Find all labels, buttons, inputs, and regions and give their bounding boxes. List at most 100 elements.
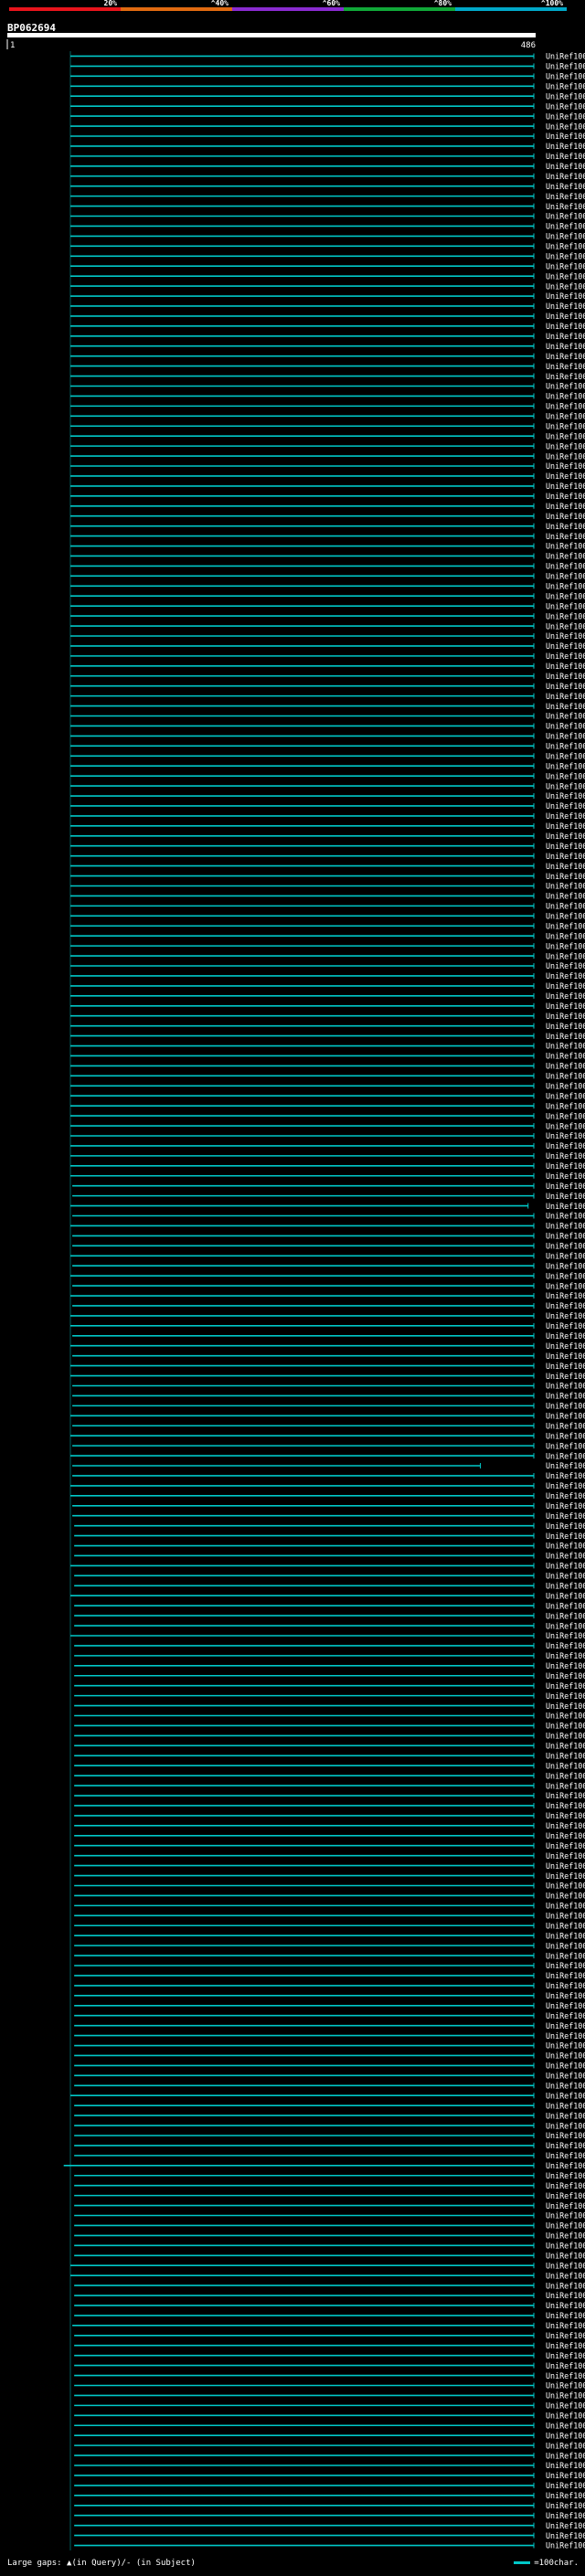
- scale-swatch: [514, 2561, 531, 2564]
- hit-label: UniRef100_Q39693: [546, 961, 585, 970]
- hit-label: UniRef100_A5YXW8: [546, 1402, 585, 1411]
- hit-label: UniRef100_Q2V9R5: [546, 832, 585, 841]
- hit-label: UniRef100_Q697U1: [546, 2391, 585, 2401]
- hit-label: UniRef100_Q9SPA2: [546, 482, 585, 491]
- hit-label: UniRef100_A7X1X2: [546, 2201, 585, 2210]
- hit-label: UniRef100_A7X0A4: [546, 1902, 585, 1911]
- hit-label: UniRef100_P43643: [546, 461, 585, 471]
- hit-label: UniRef100_Q06D19: [546, 1951, 585, 1960]
- hit-label: UniRef100_Q3LUR2: [546, 81, 585, 90]
- hit-label: UniRef100_Q697S8: [546, 2421, 585, 2430]
- hit-label: UniRef100_Q2VK22: [546, 332, 585, 341]
- hit-label: UniRef100_Q2PPW0: [546, 1232, 585, 1241]
- hit-label: UniRef100_Q3LUL9: [546, 172, 585, 181]
- hit-label: UniRef100_Q697T6: [546, 2401, 585, 2411]
- hit-label: UniRef100_A9SAU6: [546, 1311, 585, 1320]
- hit-label: UniRef100_B0V854: [546, 222, 585, 231]
- hit-label: UniRef100_Q5ME79: [546, 761, 585, 770]
- hit-label: UniRef100_Q9ZRP9: [546, 892, 585, 901]
- hit-label: UniRef100_B6UMJ4: [546, 522, 585, 531]
- hit-label: UniRef100_A9PH97: [546, 281, 585, 291]
- hit-label: UniRef100_Q38JJ0: [546, 971, 585, 981]
- gaps-legend: Large gaps: ▲(in Query)/- (in Subject): [7, 2559, 196, 2568]
- hit-label: UniRef100_Q5UH12: [546, 1511, 585, 1521]
- hit-label: UniRef100_Q8H9A9: [546, 1032, 585, 1041]
- hit-label: UniRef100_Q38C30: [546, 2261, 585, 2270]
- scale-label: ^60%: [323, 0, 340, 7]
- hit-label: UniRef100_Q8HDF6: [546, 2331, 585, 2340]
- hit-label: UniRef100_A9SAA0: [546, 1321, 585, 1330]
- hit-label: UniRef100_Q8W5Q9: [546, 931, 585, 940]
- hit-label: UniRef100_Q06D18: [546, 1961, 585, 1970]
- hit-label: UniRef100_A9RQ21: [546, 1331, 585, 1341]
- hit-label: UniRef100_B5TR07: [546, 2471, 585, 2480]
- hit-label: UniRef100_A4L7B1: [546, 1661, 585, 1670]
- hit-label: UniRef100_B3VK39: [546, 2481, 585, 2490]
- hit-label: UniRef100_B9MFR3: [546, 132, 585, 141]
- hit-label: UniRef100_Q8W4W2: [546, 1261, 585, 1270]
- hit-label: UniRef100_Q06D25: [546, 2111, 585, 2120]
- hit-label: UniRef100_A7XF24: [546, 2242, 585, 2251]
- hit-label: UniRef100_A8BU59: [546, 1781, 585, 1790]
- hit-label: UniRef100_A7X0L5: [546, 1882, 585, 1891]
- hit-label: UniRef100_B0L177: [546, 1761, 585, 1770]
- hit-label: UniRef100_Q8GTY0: [546, 1131, 585, 1140]
- hit-label: UniRef100_A7X0Y0: [546, 2011, 585, 2020]
- hit-label: UniRef100_Q697T8: [546, 2131, 585, 2140]
- hit-label: UniRef100_A7X074: [546, 1821, 585, 1830]
- hit-label: UniRef100_Q69714: [546, 1712, 585, 1721]
- hit-label: UniRef100_A7XL16: [546, 2521, 585, 2530]
- hit-label: UniRef100_B9X260: [546, 101, 585, 111]
- scale-segment: [455, 7, 567, 11]
- hit-label: UniRef100_A7X0E9: [546, 2221, 585, 2231]
- hit-label: UniRef100_Q81921: [546, 342, 585, 351]
- hit-label: UniRef100_Q02420: [546, 1581, 585, 1590]
- hit-label: UniRef100_Q9SPH1: [546, 302, 585, 311]
- hit-label: UniRef100_Q84N18: [546, 781, 585, 790]
- hit-label: UniRef100_Q3LUM4: [546, 162, 585, 171]
- scale-segment: [121, 7, 232, 11]
- hit-label: UniRef100_Q8SHT2: [546, 502, 585, 511]
- hit-label: UniRef100_C0SQK3: [546, 91, 585, 101]
- hit-label: UniRef100_Q697T5: [546, 2412, 585, 2421]
- hit-label: UniRef100_B9SPV9: [546, 52, 585, 61]
- hit-label: UniRef100_C7EWE7: [546, 2461, 585, 2470]
- hit-label: UniRef100_Q2PYY2: [546, 1052, 585, 1061]
- hit-label: UniRef100_Q9XEW9: [546, 352, 585, 361]
- hit-label: UniRef100_A7X0Q7: [546, 2081, 585, 2090]
- hit-label: UniRef100_B6SR07: [546, 382, 585, 391]
- hit-label: UniRef100_P25690: [546, 1192, 585, 1201]
- hit-label: UniRef100_A7X138: [546, 1732, 585, 1741]
- alignment-plot: UniRef100_B9SPV9UniRef100_B9SPV1UniRef10…: [63, 51, 585, 2550]
- hit-label: UniRef100_A7X0Q4: [546, 1861, 585, 1871]
- hit-label: UniRef100_Q3LUM0: [546, 421, 585, 430]
- hit-label: UniRef100_A7X128: [546, 1651, 585, 1660]
- scale-label: ^40%: [211, 0, 229, 7]
- hit-label: UniRef100_Q8VZE8: [546, 951, 585, 960]
- hit-label: UniRef100_C0PTP0: [546, 1062, 585, 1071]
- hit-label: UniRef100_Q8H9B0: [546, 1382, 585, 1391]
- hit-label: UniRef100_Q3LUM3: [546, 261, 585, 270]
- hit-label: UniRef100_A9NWZ5: [546, 1091, 585, 1100]
- hit-label: UniRef100_B2KNL5: [546, 532, 585, 541]
- hit-label: UniRef100_A7X0W7: [546, 2041, 585, 2051]
- hit-label: UniRef100_A8CYN3: [546, 581, 585, 590]
- hit-label: UniRef100_Q697T3: [546, 2141, 585, 2150]
- hit-label: UniRef100_Q24534: [546, 751, 585, 760]
- hit-label: UniRef100_C4J4H7: [546, 512, 585, 521]
- hit-label: UniRef100_Q4TUC4: [546, 402, 585, 411]
- hit-label: UniRef100_A7X0F8: [546, 2541, 585, 2550]
- hit-label: UniRef100_B9DGN1: [546, 991, 585, 1001]
- hit-label: UniRef100_A5BCZ6: [546, 1251, 585, 1260]
- hit-label: UniRef100_A8R5P7: [546, 2311, 585, 2320]
- hit-label: UniRef100_A7XJT1: [546, 1831, 585, 1840]
- hit-label: UniRef100_Q8WHX7: [546, 941, 585, 950]
- hit-label: UniRef100_P14963: [546, 1431, 585, 1440]
- scale-legend: =100char.: [514, 2559, 579, 2568]
- hit-label: UniRef100_A7XL29: [546, 2511, 585, 2520]
- hit-label: UniRef100_Q3LUM6: [546, 251, 585, 260]
- hit-label: UniRef100_B8YJX4: [546, 1451, 585, 1460]
- hit-label: UniRef100_A8R5E8: [546, 1002, 585, 1011]
- hit-label: UniRef100_Q02449: [546, 1681, 585, 1691]
- scale-segment: [232, 7, 344, 11]
